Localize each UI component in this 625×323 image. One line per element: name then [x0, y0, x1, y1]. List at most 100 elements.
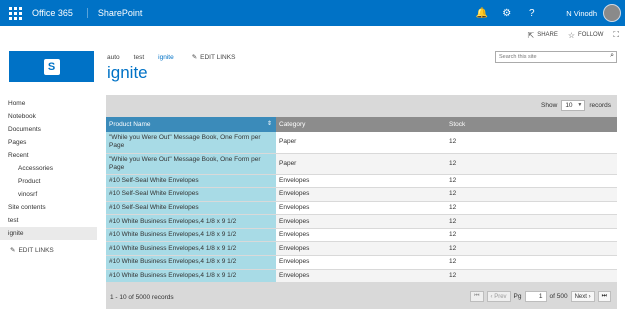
nav-item-home[interactable]: Home: [0, 97, 97, 110]
table-row[interactable]: #10 White Business Envelopes,4 1/8 x 9 1…: [106, 228, 617, 243]
table-row[interactable]: "While you Were Out" Message Book, One F…: [106, 153, 617, 175]
table-row[interactable]: "While you Were Out" Message Book, One F…: [106, 132, 617, 154]
sort-icon[interactable]: ⇕: [267, 120, 272, 127]
last-page-button[interactable]: ⏭: [597, 291, 611, 302]
stock-cell: 12: [446, 228, 617, 243]
top-nav: auto test ignite ✎ EDIT LINKS: [107, 53, 236, 62]
follow-label: FOLLOW: [578, 32, 604, 38]
focus-icon: ⛶: [613, 30, 619, 39]
nav-item-accessories[interactable]: Accessories: [0, 162, 97, 175]
stock-cell: 12: [446, 241, 617, 257]
category-cell: Envelopes: [276, 228, 446, 243]
focus-button[interactable]: ⛶: [613, 30, 619, 40]
share-icon: ⇱: [527, 30, 535, 40]
product-table: Product Name ⇕ Category Stock "While you…: [106, 117, 617, 284]
page-count-label: of 500: [549, 293, 568, 300]
nav-item-ignite[interactable]: ignite: [0, 227, 97, 240]
follow-button[interactable]: ☆ FOLLOW: [568, 31, 604, 40]
office365-link[interactable]: Office 365: [32, 8, 73, 18]
stock-cell: 12: [446, 269, 617, 284]
stock-cell: 12: [446, 132, 617, 154]
column-header-stock[interactable]: Stock: [446, 117, 617, 132]
search-placeholder: Search this site: [499, 54, 537, 60]
left-edit-links-button[interactable]: ✎ EDIT LINKS: [0, 246, 97, 255]
next-icon: ›: [588, 293, 591, 300]
action-bar: ⇱ SHARE ☆ FOLLOW ⛶: [528, 30, 620, 40]
category-cell: Envelopes: [276, 269, 446, 284]
sharepoint-link[interactable]: SharePoint: [86, 8, 142, 18]
topnav-item-test[interactable]: test: [134, 54, 144, 61]
product-name-cell: #10 Self-Seal White Envelopes: [106, 174, 276, 189]
top-edit-links-label: EDIT LINKS: [200, 53, 236, 61]
product-name-cell: #10 White Business Envelopes,4 1/8 x 9 1…: [106, 241, 276, 257]
table-row[interactable]: #10 Self-Seal White Envelopes Envelopes …: [106, 174, 617, 189]
table-row[interactable]: #10 White Business Envelopes,4 1/8 x 9 1…: [106, 269, 617, 284]
help-icon[interactable]: ?: [519, 8, 544, 19]
product-name-cell: #10 Self-Seal White Envelopes: [106, 201, 276, 216]
topnav-item-auto[interactable]: auto: [107, 54, 120, 61]
page-number-input[interactable]: 1: [524, 291, 547, 302]
table-row[interactable]: #10 White Business Envelopes,4 1/8 x 9 1…: [106, 255, 617, 270]
nav-item-product[interactable]: Product: [0, 175, 97, 188]
table-row[interactable]: #10 White Business Envelopes,4 1/8 x 9 1…: [106, 214, 617, 229]
stock-cell: 12: [446, 174, 617, 189]
category-cell: Paper: [276, 132, 446, 154]
search-icon[interactable]: ⌕: [610, 52, 614, 60]
stock-cell: 12: [446, 153, 617, 175]
nav-item-vinosrf[interactable]: vinosrf: [0, 188, 97, 201]
category-cell: Envelopes: [276, 187, 446, 202]
site-logo[interactable]: S: [9, 51, 94, 82]
product-name-cell: #10 White Business Envelopes,4 1/8 x 9 1…: [106, 214, 276, 229]
table-row[interactable]: #10 White Business Envelopes,4 1/8 x 9 1…: [106, 241, 617, 257]
stock-cell: 12: [446, 187, 617, 202]
category-cell: Paper: [276, 153, 446, 175]
nav-item-site-contents[interactable]: Site contents: [0, 201, 97, 214]
nav-item-test[interactable]: test: [0, 214, 97, 227]
top-edit-links-button[interactable]: ✎ EDIT LINKS: [191, 53, 236, 62]
first-page-button[interactable]: ⏮: [470, 291, 484, 302]
table-row[interactable]: #10 Self-Seal White Envelopes Envelopes …: [106, 201, 617, 216]
category-cell: Envelopes: [276, 255, 446, 270]
star-icon: ☆: [567, 30, 576, 40]
product-grid: Show 10 ▼ records Product Name ⇕ Categor…: [106, 95, 617, 309]
search-input[interactable]: Search this site ⌕: [495, 51, 617, 63]
product-name-cell: #10 Self-Seal White Envelopes: [106, 187, 276, 202]
nav-item-pages[interactable]: Pages: [0, 136, 97, 149]
column-header-category[interactable]: Category: [276, 117, 446, 132]
category-cell: Envelopes: [276, 174, 446, 189]
column-header-product-name[interactable]: Product Name ⇕: [106, 117, 276, 132]
first-page-icon: ⏮: [474, 293, 480, 299]
product-name-cell: "While you Were Out" Message Book, One F…: [106, 132, 276, 154]
page-title: ignite: [107, 63, 148, 82]
product-name-cell: #10 White Business Envelopes,4 1/8 x 9 1…: [106, 255, 276, 270]
nav-item-recent: Recent: [8, 152, 29, 159]
app-launcher-icon[interactable]: [6, 4, 24, 22]
table-row[interactable]: #10 Self-Seal White Envelopes Envelopes …: [106, 187, 617, 202]
product-name-cell: "While you Were Out" Message Book, One F…: [106, 153, 276, 175]
category-cell: Envelopes: [276, 241, 446, 257]
next-label: Next: [574, 293, 587, 300]
avatar[interactable]: [603, 4, 621, 22]
column-header-label: Product Name: [109, 121, 151, 128]
next-page-button[interactable]: Next ›: [570, 291, 595, 302]
prev-icon: ‹: [490, 293, 493, 300]
suite-bar: Office 365 SharePoint 🔔 ⚙ ? N Vinodh: [0, 0, 625, 26]
share-button[interactable]: ⇱ SHARE: [528, 31, 558, 40]
page-size-select[interactable]: 10 ▼: [561, 100, 586, 111]
nav-item-notebook[interactable]: Notebook: [0, 110, 97, 123]
topnav-item-ignite[interactable]: ignite: [158, 54, 174, 61]
bell-icon[interactable]: 🔔: [469, 8, 494, 19]
product-name-cell: #10 White Business Envelopes,4 1/8 x 9 1…: [106, 228, 276, 243]
show-label: Show: [541, 102, 558, 109]
user-name[interactable]: N Vinodh: [566, 9, 597, 18]
prev-page-button[interactable]: ‹ Prev: [486, 291, 511, 302]
category-cell: Envelopes: [276, 214, 446, 229]
pg-label: Pg: [513, 293, 522, 300]
gear-icon[interactable]: ⚙: [494, 8, 519, 19]
last-page-icon: ⏭: [601, 293, 607, 299]
nav-item-documents[interactable]: Documents: [0, 123, 97, 136]
records-summary: 1 - 10 of 5000 records: [110, 294, 174, 301]
pencil-icon: ✎: [191, 54, 198, 61]
category-cell: Envelopes: [276, 201, 446, 216]
product-name-cell: #10 White Business Envelopes,4 1/8 x 9 1…: [106, 269, 276, 284]
